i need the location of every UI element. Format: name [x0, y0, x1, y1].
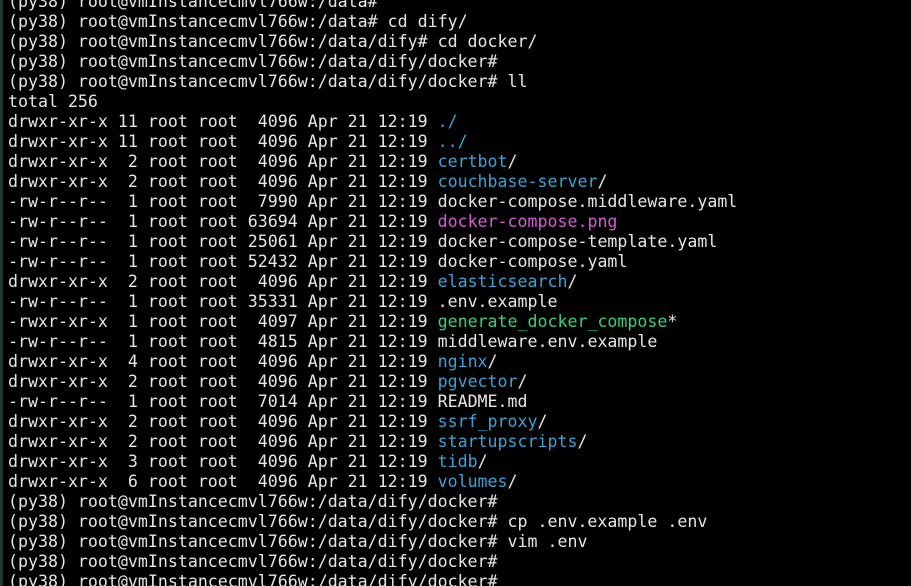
listing-row: drwxr-xr-x 2 root root 4096 Apr 21 12:19…: [8, 372, 737, 392]
file-meta: drwxr-xr-x 2 root root 4096 Apr 21 12:19: [8, 152, 438, 171]
file-name: docker-compose.png: [437, 212, 618, 231]
file-suffix: /: [487, 352, 498, 371]
prompt-line: (py38) root@vmInstancecmvl766w:/data/dif…: [8, 492, 737, 512]
file-name: certbot: [437, 152, 508, 171]
file-name: middleware.env.example: [437, 332, 658, 351]
file-name: ./: [437, 112, 458, 131]
output-text: total 256: [8, 92, 98, 111]
file-name: README.md: [437, 392, 528, 411]
listing-row: drwxr-xr-x 2 root root 4096 Apr 21 12:19…: [8, 412, 737, 432]
file-meta: drwxr-xr-x 11 root root 4096 Apr 21 12:1…: [8, 132, 438, 151]
file-name: .env.example: [437, 292, 558, 311]
file-name: ssrf_proxy: [437, 412, 538, 431]
prompt-text: (py38) root@vmInstancecmvl766w:/data/dif…: [8, 72, 528, 91]
file-suffix: /: [477, 452, 488, 471]
file-name: ../: [437, 132, 468, 151]
listing-row: drwxr-xr-x 2 root root 4096 Apr 21 12:19…: [8, 172, 737, 192]
prompt-text: (py38) root@vmInstancecmvl766w:/data/dif…: [8, 572, 498, 586]
listing-row: -rw-r--r-- 1 root root 7014 Apr 21 12:19…: [8, 392, 737, 412]
file-meta: -rw-r--r-- 1 root root 35331 Apr 21 12:1…: [8, 292, 438, 311]
output-line: total 256: [8, 92, 737, 112]
prompt-text: (py38) root@vmInstancecmvl766w:/data#: [8, 0, 378, 11]
file-meta: -rw-r--r-- 1 root root 63694 Apr 21 12:1…: [8, 212, 438, 231]
file-meta: -rw-r--r-- 1 root root 7990 Apr 21 12:19: [8, 192, 438, 211]
prompt-text: (py38) root@vmInstancecmvl766w:/data/dif…: [8, 492, 498, 511]
file-name: docker-compose.middleware.yaml: [437, 192, 738, 211]
listing-row: drwxr-xr-x 2 root root 4096 Apr 21 12:19…: [8, 152, 737, 172]
terminal-output: (py38) root@vmInstancecmvl766w:/data# (py…: [8, 0, 737, 586]
prompt-line: (py38) root@vmInstancecmvl766w:/data/dif…: [8, 572, 737, 586]
file-suffix: /: [597, 172, 608, 191]
listing-row: drwxr-xr-x 11 root root 4096 Apr 21 12:1…: [8, 132, 737, 152]
prompt-text: (py38) root@vmInstancecmvl766w:/data/dif…: [8, 532, 588, 551]
file-name: elasticsearch: [437, 272, 568, 291]
prompt-line: (py38) root@vmInstancecmvl766w:/data# cd…: [8, 12, 737, 32]
listing-row: drwxr-xr-x 4 root root 4096 Apr 21 12:19…: [8, 352, 737, 372]
file-meta: -rw-r--r-- 1 root root 4815 Apr 21 12:19: [8, 332, 438, 351]
file-suffix: *: [667, 312, 678, 331]
file-name: generate_docker_compose: [437, 312, 668, 331]
file-meta: drwxr-xr-x 6 root root 4096 Apr 21 12:19: [8, 472, 438, 491]
file-suffix: /: [537, 412, 548, 431]
prompt-text: (py38) root@vmInstancecmvl766w:/data/dif…: [8, 512, 708, 531]
file-meta: -rw-r--r-- 1 root root 25061 Apr 21 12:1…: [8, 232, 438, 251]
listing-row: drwxr-xr-x 2 root root 4096 Apr 21 12:19…: [8, 432, 737, 452]
listing-row: drwxr-xr-x 2 root root 4096 Apr 21 12:19…: [8, 272, 737, 292]
listing-row: -rw-r--r-- 1 root root 63694 Apr 21 12:1…: [8, 212, 737, 232]
file-name: nginx: [437, 352, 488, 371]
file-name: docker-compose.yaml: [437, 252, 628, 271]
file-meta: drwxr-xr-x 2 root root 4096 Apr 21 12:19: [8, 412, 438, 431]
listing-row: -rw-r--r-- 1 root root 52432 Apr 21 12:1…: [8, 252, 737, 272]
prompt-text: (py38) root@vmInstancecmvl766w:/data/dif…: [8, 52, 498, 71]
prompt-line: (py38) root@vmInstancecmvl766w:/data/dif…: [8, 532, 737, 552]
file-suffix: /: [517, 372, 528, 391]
file-suffix: /: [567, 272, 578, 291]
listing-row: -rwxr-xr-x 1 root root 4097 Apr 21 12:19…: [8, 312, 737, 332]
file-meta: drwxr-xr-x 4 root root 4096 Apr 21 12:19: [8, 352, 438, 371]
file-meta: drwxr-xr-x 11 root root 4096 Apr 21 12:1…: [8, 112, 438, 131]
listing-row: drwxr-xr-x 3 root root 4096 Apr 21 12:19…: [8, 452, 737, 472]
file-suffix: /: [507, 152, 518, 171]
prompt-text: (py38) root@vmInstancecmvl766w:/data# cd…: [8, 12, 468, 31]
terminal-window[interactable]: (py38) root@vmInstancecmvl766w:/data# (py…: [0, 0, 911, 586]
prompt-text: (py38) root@vmInstancecmvl766w:/data/dif…: [8, 552, 498, 571]
file-meta: drwxr-xr-x 2 root root 4096 Apr 21 12:19: [8, 432, 438, 451]
listing-row: -rw-r--r-- 1 root root 7990 Apr 21 12:19…: [8, 192, 737, 212]
file-meta: -rw-r--r-- 1 root root 7014 Apr 21 12:19: [8, 392, 438, 411]
prompt-line: (py38) root@vmInstancecmvl766w:/data/dif…: [8, 72, 737, 92]
file-name: startupscripts: [437, 432, 578, 451]
file-suffix: /: [577, 432, 588, 451]
listing-row: -rw-r--r-- 1 root root 25061 Apr 21 12:1…: [8, 232, 737, 252]
listing-row: -rw-r--r-- 1 root root 35331 Apr 21 12:1…: [8, 292, 737, 312]
listing-row: drwxr-xr-x 11 root root 4096 Apr 21 12:1…: [8, 112, 737, 132]
file-name: docker-compose-template.yaml: [437, 232, 718, 251]
file-suffix: /: [507, 472, 518, 491]
prompt-line: (py38) root@vmInstancecmvl766w:/data/dif…: [8, 512, 737, 532]
file-name: pgvector: [437, 372, 518, 391]
prompt-line: (py38) root@vmInstancecmvl766w:/data/dif…: [8, 32, 737, 52]
file-meta: drwxr-xr-x 2 root root 4096 Apr 21 12:19: [8, 372, 438, 391]
file-name: tidb: [437, 452, 478, 471]
file-meta: -rwxr-xr-x 1 root root 4097 Apr 21 12:19: [8, 312, 438, 331]
prompt-line: (py38) root@vmInstancecmvl766w:/data/dif…: [8, 552, 737, 572]
file-meta: drwxr-xr-x 2 root root 4096 Apr 21 12:19: [8, 172, 438, 191]
prompt-line: (py38) root@vmInstancecmvl766w:/data#: [8, 0, 737, 12]
prompt-line: (py38) root@vmInstancecmvl766w:/data/dif…: [8, 52, 737, 72]
file-meta: -rw-r--r-- 1 root root 52432 Apr 21 12:1…: [8, 252, 438, 271]
prompt-text: (py38) root@vmInstancecmvl766w:/data/dif…: [8, 32, 538, 51]
listing-row: drwxr-xr-x 6 root root 4096 Apr 21 12:19…: [8, 472, 737, 492]
listing-row: -rw-r--r-- 1 root root 4815 Apr 21 12:19…: [8, 332, 737, 352]
file-meta: drwxr-xr-x 2 root root 4096 Apr 21 12:19: [8, 272, 438, 291]
file-meta: drwxr-xr-x 3 root root 4096 Apr 21 12:19: [8, 452, 438, 471]
file-name: volumes: [437, 472, 508, 491]
file-name: couchbase-server: [437, 172, 598, 191]
